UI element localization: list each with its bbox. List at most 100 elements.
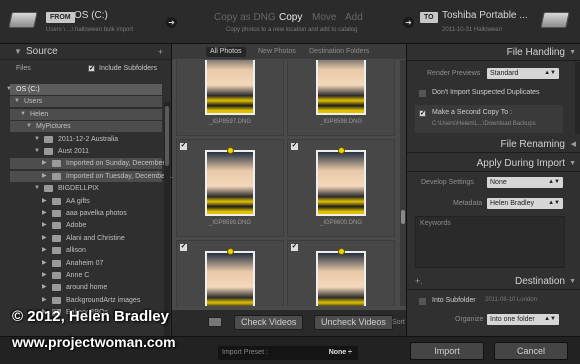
include-subfolders-checkbox[interactable]: ✓	[88, 65, 95, 72]
metadata-select[interactable]: Helen Bradley ▲▼	[487, 198, 563, 209]
include-subfolders-label[interactable]: Include Subfolders	[99, 65, 157, 72]
collapse-triangle-icon[interactable]: ▼	[14, 44, 22, 60]
folder-tree-item[interactable]: ▶ Alani and Christine	[10, 233, 162, 244]
expand-triangle-icon[interactable]: ▶	[42, 220, 47, 231]
expand-triangle-icon[interactable]: ▼	[14, 96, 20, 107]
expand-triangle-icon[interactable]: ▶	[42, 196, 47, 207]
photo-cell[interactable]: ✓_IGP8598.DNG	[287, 60, 395, 136]
photo-thumbnail[interactable]	[205, 248, 255, 306]
folder-tree-item[interactable]: ▶ Imported on Tuesday, December...	[10, 170, 173, 182]
expand-triangle-icon[interactable]: ▶	[42, 282, 47, 293]
folder-tree-item[interactable]: ▼ Aust 2011	[10, 146, 162, 157]
expand-triangle-icon[interactable]: ▶	[42, 233, 47, 244]
folder-tree-item[interactable]: ▶ BackgroundArtz images	[10, 295, 162, 306]
file-handling-header[interactable]: File Handling ▼	[407, 44, 580, 61]
source-drive-icon[interactable]	[8, 12, 38, 28]
destination-drive-icon[interactable]	[540, 12, 570, 28]
folder-tree-item[interactable]: ▶ Adobe	[10, 220, 162, 231]
photo-checkbox[interactable]: ✓	[291, 142, 298, 150]
photo-cell[interactable]: ✓_IGP8597.DNG	[176, 60, 284, 136]
import-preset-select[interactable]: Import Preset : None ÷	[218, 346, 358, 360]
grid-view-icon[interactable]	[208, 317, 222, 327]
second-copy-label[interactable]: Make a Second Copy To :	[432, 109, 512, 116]
photo-thumbnail[interactable]	[316, 248, 366, 306]
expand-triangle-icon[interactable]: ▶	[42, 158, 47, 169]
expand-triangle-icon[interactable]: ▼	[34, 183, 40, 194]
second-copy-checkbox[interactable]: ✓	[419, 110, 426, 117]
dont-import-duplicates-checkbox[interactable]	[419, 90, 426, 97]
mode-copy-as-dng[interactable]: Copy as DNG	[214, 12, 276, 23]
expand-triangle-icon[interactable]: ▼	[20, 109, 26, 120]
develop-settings-select[interactable]: None ▲▼	[487, 177, 563, 188]
expand-triangle-icon[interactable]: ▶	[42, 208, 47, 219]
expand-triangle-icon[interactable]: ▼	[6, 84, 12, 95]
expand-triangle-icon[interactable]: ▶	[42, 295, 47, 306]
check-videos-button[interactable]: Check Videos	[234, 315, 304, 330]
folder-tree-item[interactable]: ▼ Users	[10, 96, 162, 108]
mode-copy[interactable]: Copy	[279, 12, 302, 23]
destination-header[interactable]: +. Destination ▼	[407, 273, 580, 290]
folder-tree-item[interactable]: ▼ Helen	[10, 108, 162, 120]
folder-tree-item[interactable]: ▼ MyPictures	[10, 121, 162, 133]
expand-triangle-icon[interactable]: ▶	[42, 270, 47, 281]
photo-cell[interactable]: ✓	[176, 240, 284, 306]
scrollbar-thumb[interactable]	[165, 106, 169, 166]
settings-scrollbar[interactable]	[575, 62, 580, 134]
photo-checkbox[interactable]: ✓	[180, 142, 187, 150]
folder-tree-item[interactable]: ▶ around home	[10, 282, 162, 293]
sort-label[interactable]: Sort	[392, 319, 405, 326]
scrollbar-thumb[interactable]	[401, 210, 405, 224]
tab-new-photos[interactable]: New Photos	[254, 47, 300, 57]
organize-select[interactable]: Into one folder ▲▼	[487, 314, 559, 325]
folder-tree-item[interactable]: ▼ BIGDELLPIX	[10, 183, 162, 194]
photo-thumbnail[interactable]	[316, 60, 366, 115]
collapse-triangle-icon[interactable]: ◀	[571, 136, 576, 153]
into-subfolder-value[interactable]: 2011-08-10 London	[485, 297, 537, 303]
expand-triangle-icon[interactable]: ▼	[34, 134, 40, 145]
expand-triangle-icon[interactable]: ▶	[42, 245, 47, 256]
folder-tree-item[interactable]: ▶ Anaheim 07	[10, 258, 162, 269]
tab-all-photos[interactable]: All Photos	[206, 47, 246, 57]
photo-cell[interactable]: ✓ _IGP8600.DNG	[287, 139, 395, 237]
dont-import-duplicates-label[interactable]: Don't Import Suspected Duplicates	[432, 89, 540, 96]
render-previews-select[interactable]: Standard ▲▼	[487, 68, 559, 79]
folder-tree-item[interactable]: ▶ Anne C	[10, 270, 162, 281]
mode-move[interactable]: Move	[312, 12, 336, 23]
into-subfolder-label[interactable]: Into Subfolder	[432, 297, 476, 304]
folder-tree-item[interactable]: ▼ OS (C:)	[6, 84, 162, 95]
apply-during-import-header[interactable]: Apply During Import ▼	[407, 155, 580, 172]
photo-thumbnail[interactable]	[316, 147, 366, 216]
folder-tree-item[interactable]: ▶ AA gifts	[10, 196, 162, 207]
source-panel-header[interactable]: ▼ Source +	[0, 44, 171, 60]
photo-cell[interactable]: ✓ _IGP8599.DNG	[176, 139, 284, 237]
photo-checkbox[interactable]: ✓	[291, 243, 298, 251]
photo-thumbnail[interactable]	[205, 147, 255, 216]
expand-triangle-icon[interactable]: ▼	[26, 121, 32, 132]
into-subfolder-checkbox[interactable]	[419, 298, 426, 305]
folder-tree-item[interactable]: ▶ Imported on Sunday, December...	[10, 158, 170, 170]
cancel-button[interactable]: Cancel	[494, 342, 568, 360]
expand-triangle-icon[interactable]: ▼	[34, 146, 40, 157]
photo-thumbnail[interactable]	[205, 60, 255, 115]
folder-tree-item[interactable]: ▼ 2011-12-2 Australia	[10, 134, 162, 145]
expand-triangle-icon[interactable]: ▶	[42, 258, 47, 269]
source-scrollbar[interactable]	[164, 102, 170, 336]
folder-tree-item[interactable]: ▶ allison	[10, 245, 162, 256]
collapse-triangle-icon[interactable]: ▼	[569, 155, 576, 172]
mode-add[interactable]: Add	[345, 12, 363, 23]
uncheck-videos-button[interactable]: Uncheck Videos	[314, 315, 393, 330]
keywords-field[interactable]: Keywords	[415, 216, 565, 268]
file-renaming-header[interactable]: File Renaming ◀	[407, 136, 580, 153]
source-drive-name[interactable]: OS (C:)	[74, 10, 108, 21]
photo-cell[interactable]: ✓	[287, 240, 395, 306]
expand-triangle-icon[interactable]: ▶	[42, 171, 47, 182]
collapse-triangle-icon[interactable]: ▼	[569, 273, 576, 290]
folder-tree-item[interactable]: ▶ aaa pavelka photos	[10, 208, 162, 219]
destination-drive-name[interactable]: Toshiba Portable ...	[442, 10, 528, 21]
add-icon[interactable]: +	[158, 44, 163, 60]
import-button[interactable]: Import	[410, 342, 484, 360]
photo-checkbox[interactable]: ✓	[180, 243, 187, 251]
tab-destination-folders[interactable]: Destination Folders	[305, 47, 373, 57]
add-icon[interactable]: +.	[415, 273, 423, 290]
second-copy-path[interactable]: C:\Users\Helen\L...\Download Backups	[432, 121, 536, 127]
